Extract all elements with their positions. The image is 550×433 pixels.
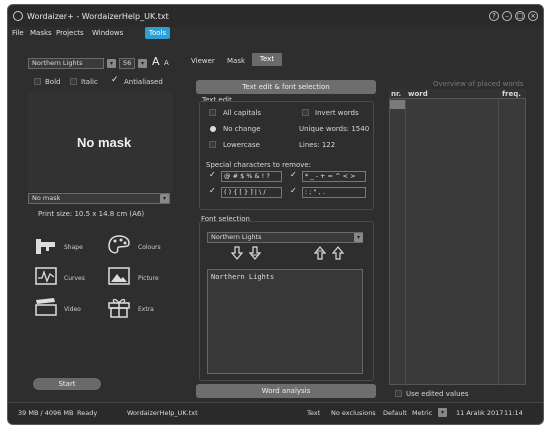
curves-icon[interactable] — [34, 266, 58, 286]
font-name-dropdown-icon[interactable]: ▾ — [107, 59, 116, 68]
tab-mask[interactable]: Mask — [227, 57, 245, 65]
print-size-label: Print size: 10.5 x 14.8 cm (A6) — [38, 210, 145, 218]
menu-windows[interactable]: Windows — [92, 29, 123, 37]
mask-dropdown-icon[interactable]: ▾ — [160, 194, 169, 203]
arrow-up-icon[interactable] — [331, 246, 345, 262]
use-edited-label: Use edited values — [406, 390, 469, 398]
lowercase-label: Lowercase — [223, 141, 260, 149]
picture-label[interactable]: Picture — [138, 275, 159, 282]
window-title: Wordaizer+ - WordaizerHelp_UK.txt — [27, 12, 169, 21]
lowercase-radio[interactable] — [209, 141, 216, 148]
col-nr-header[interactable]: nr. — [391, 90, 401, 98]
font-name-select[interactable]: Northern Lights — [28, 58, 104, 69]
antialiased-label: Antialiased — [124, 78, 163, 86]
table-row-indicator — [390, 100, 405, 109]
special-chars-label: Special characters to remove: — [206, 161, 312, 169]
bold-label: Bold — [45, 78, 61, 86]
app-icon[interactable] — [13, 11, 23, 21]
special-chars-field-2[interactable]: * _ - + = ^ < > — [302, 171, 366, 182]
col-divider — [405, 99, 406, 385]
check-icon[interactable]: ✓ — [290, 170, 297, 179]
special-chars-field-4[interactable]: : ; " , . — [302, 187, 366, 198]
extra-icon[interactable] — [107, 296, 131, 318]
font-size-select[interactable]: 56 — [119, 58, 135, 69]
overview-title: Overview of placed words — [433, 80, 524, 88]
tab-text[interactable]: Text — [252, 53, 282, 66]
no-change-label: No change — [223, 125, 261, 133]
arrow-up-double-icon[interactable] — [313, 246, 327, 262]
check-icon[interactable]: ✓ — [290, 186, 297, 195]
check-icon[interactable]: ✓ — [209, 170, 216, 179]
picture-icon[interactable] — [107, 266, 131, 286]
italic-checkbox[interactable] — [70, 78, 77, 85]
arrow-down-double-icon[interactable] — [248, 246, 262, 262]
close-icon[interactable]: × — [528, 11, 538, 21]
memory-status: 39 MB / 4096 MB — [18, 409, 74, 417]
menu-masks[interactable]: Masks — [30, 29, 52, 37]
font-selection-dropdown-icon[interactable]: ▾ — [354, 233, 363, 242]
units-status: Metric — [412, 409, 433, 417]
profile-status: Default — [383, 409, 407, 417]
mode-status: Text — [307, 409, 321, 417]
font-list-item[interactable]: Northern Lights — [211, 273, 274, 281]
all-capitals-label: All capitals — [223, 109, 262, 117]
colours-icon[interactable] — [107, 234, 131, 254]
help-icon[interactable]: ? — [489, 11, 499, 21]
col-freq-header[interactable]: freq. — [502, 90, 521, 98]
special-chars-field-1[interactable]: @ # $ % & ! ? — [221, 171, 282, 182]
curves-label[interactable]: Curves — [64, 275, 85, 282]
minimize-icon[interactable]: – — [502, 11, 512, 21]
invert-words-checkbox[interactable] — [302, 109, 309, 116]
col-word-header[interactable]: word — [408, 90, 428, 98]
bold-checkbox[interactable] — [34, 78, 41, 85]
font-list[interactable] — [207, 269, 363, 374]
start-button[interactable]: Start — [33, 378, 101, 390]
shape-icon[interactable] — [34, 236, 58, 256]
no-change-radio[interactable] — [210, 126, 216, 132]
menu-file[interactable]: File — [12, 29, 24, 37]
italic-label: Italic — [81, 78, 98, 86]
units-dropdown-icon[interactable]: ▾ — [438, 408, 447, 417]
mask-select[interactable]: No mask — [28, 193, 170, 204]
font-size-down-icon[interactable]: A — [164, 59, 169, 67]
colours-label[interactable]: Colours — [138, 244, 161, 251]
font-size-dropdown-icon[interactable]: ▾ — [138, 59, 147, 68]
menu-tools[interactable]: Tools — [145, 27, 170, 39]
video-icon[interactable] — [34, 297, 58, 317]
date-status: 11 Aralık 2017 — [456, 409, 504, 417]
mask-preview-text: No mask — [77, 135, 132, 150]
extra-label[interactable]: Extra — [138, 306, 154, 313]
unique-words-count: Unique words: 1540 — [299, 125, 370, 133]
check-icon[interactable]: ✓ — [209, 186, 216, 195]
overview-table[interactable] — [389, 89, 526, 385]
shape-label[interactable]: Shape — [64, 244, 83, 251]
arrow-down-icon[interactable] — [230, 246, 244, 262]
all-capitals-radio[interactable] — [209, 109, 216, 116]
maximize-icon[interactable]: □ — [515, 11, 525, 21]
font-selection-select[interactable]: Northern Lights — [207, 232, 363, 243]
font-size-up-icon[interactable]: A — [152, 55, 160, 68]
antialiased-check-icon[interactable]: ✓ — [111, 75, 119, 85]
text-edit-font-button[interactable]: Text edit & font selection — [196, 80, 376, 94]
file-status: WordaizerHelp_UK.txt — [127, 409, 198, 417]
state-status: Ready — [77, 409, 98, 417]
use-edited-checkbox[interactable] — [395, 390, 402, 397]
exclusions-status: No exclusions — [331, 409, 376, 417]
video-label[interactable]: Video — [64, 306, 81, 313]
menu-projects[interactable]: Projects — [56, 29, 84, 37]
word-analysis-button[interactable]: Word analysis — [196, 384, 376, 398]
invert-words-label: Invert words — [315, 109, 359, 117]
app-window: Wordaizer+ - WordaizerHelp_UK.txt ? – □ … — [7, 4, 544, 425]
tab-viewer[interactable]: Viewer — [191, 57, 215, 65]
lines-count: Lines: 122 — [299, 141, 336, 149]
time-status: 11:14 — [504, 409, 523, 417]
col-divider — [498, 99, 499, 385]
special-chars-field-3[interactable]: ( ) { [ } ] | \ / — [221, 187, 282, 198]
